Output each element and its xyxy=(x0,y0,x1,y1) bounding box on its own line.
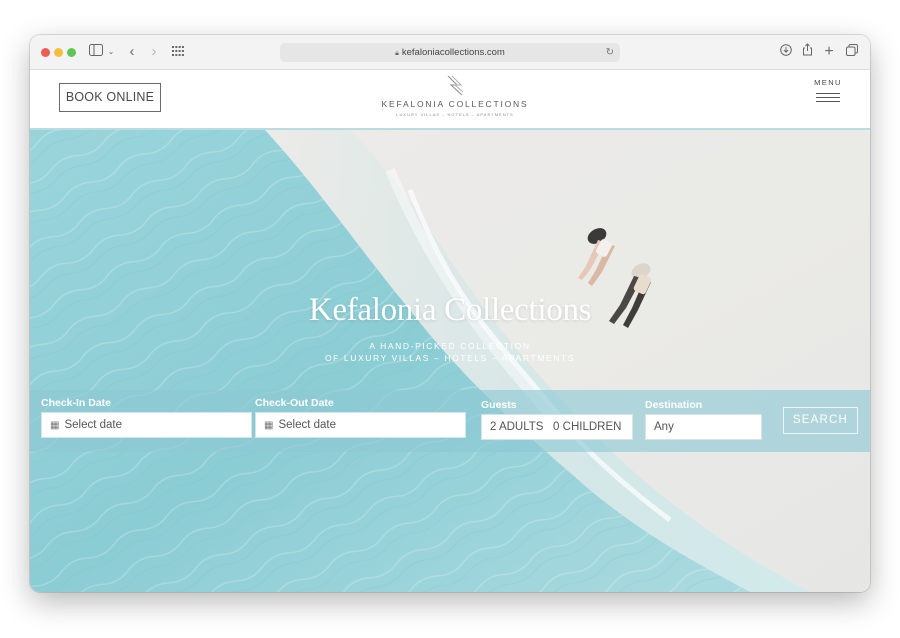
book-online-button[interactable]: BOOK ONLINE xyxy=(59,83,161,112)
minimize-window-button[interactable] xyxy=(54,48,63,57)
forward-icon[interactable]: › xyxy=(148,43,160,61)
logo-mark-icon xyxy=(447,75,464,96)
destination-label: Destination xyxy=(645,399,703,411)
menu-button[interactable]: MENU xyxy=(810,78,846,105)
share-icon[interactable] xyxy=(800,43,814,61)
calendar-icon: ▦ xyxy=(264,420,274,431)
guests-selector[interactable]: 2 ADULTS 0 CHILDREN xyxy=(481,414,633,440)
download-icon[interactable] xyxy=(779,43,793,61)
grid-icon[interactable] xyxy=(171,43,185,61)
url-text: kefaloniacollections.com xyxy=(401,47,505,58)
zoom-window-button[interactable] xyxy=(67,48,76,57)
new-tab-icon[interactable]: + xyxy=(822,43,836,61)
address-bar[interactable]: 🔒︎ kefaloniacollections.com ↻ xyxy=(280,43,620,62)
checkout-placeholder: Select date xyxy=(278,419,336,431)
search-button[interactable]: SEARCH xyxy=(783,407,858,434)
checkout-label: Check-Out Date xyxy=(255,397,334,409)
reload-icon[interactable]: ↻ xyxy=(606,43,614,62)
menu-label: MENU xyxy=(814,78,842,87)
hero-section: Kefalonia Collections A HAND-PICKED COLL… xyxy=(30,130,870,592)
logo-tagline: LUXURY VILLAS – HOTELS – APARTMENTS xyxy=(396,112,514,117)
calendar-icon: ▦ xyxy=(50,420,60,431)
checkin-label: Check-In Date xyxy=(41,397,112,409)
logo-name: KEFALONIA COLLECTIONS xyxy=(381,99,529,109)
back-icon[interactable]: ‹ xyxy=(126,43,138,61)
hero-subtitle-line2: OF LUXURY VILLAS – HOTELS – APARTMENTS xyxy=(324,353,576,363)
site-logo[interactable]: KEFALONIA COLLECTIONS LUXURY VILLAS – HO… xyxy=(375,73,535,127)
site-header: BOOK ONLINE KEFALONIA COLLECTIONS LUXURY… xyxy=(30,70,870,130)
close-window-button[interactable] xyxy=(41,48,50,57)
browser-toolbar: ⌄ ‹ › 🔒︎ kefaloniacollections.com ↻ + xyxy=(30,35,870,70)
chevron-down-icon[interactable]: ⌄ xyxy=(106,43,116,61)
destination-select[interactable]: Any xyxy=(645,414,762,440)
guests-label: Guests xyxy=(481,399,517,411)
hero-title: Kefalonia Collections xyxy=(308,292,592,328)
checkin-placeholder: Select date xyxy=(64,419,122,431)
lock-icon: 🔒︎ xyxy=(395,50,399,57)
checkin-date-field[interactable]: ▦ Select date xyxy=(41,412,252,438)
checkout-date-field[interactable]: ▦ Select date xyxy=(255,412,466,438)
browser-window: ⌄ ‹ › 🔒︎ kefaloniacollections.com ↻ + BO… xyxy=(30,35,870,592)
hero-subtitle-line1: A HAND-PICKED COLLECTION xyxy=(369,341,531,351)
tabs-overview-icon[interactable] xyxy=(845,43,859,61)
hamburger-icon xyxy=(816,93,840,102)
sidebar-icon[interactable] xyxy=(88,43,104,61)
booking-bar: Check-In Date ▦ Select date Check-Out Dat… xyxy=(30,390,870,452)
